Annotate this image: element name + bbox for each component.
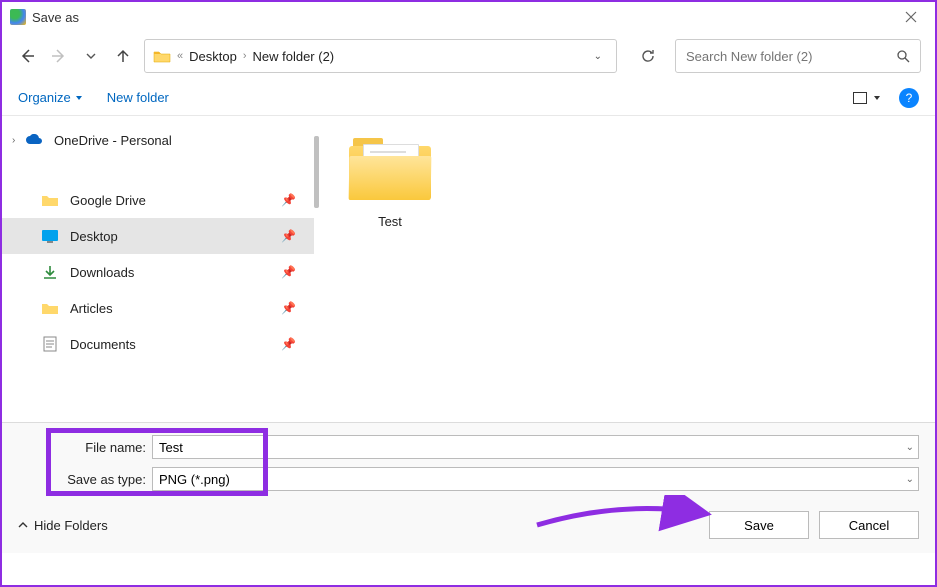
sidebar-item-label: Desktop [70, 229, 118, 244]
app-icon [10, 9, 26, 25]
sidebar-item-label: Documents [70, 337, 136, 352]
filename-input[interactable] [159, 440, 912, 455]
sidebar-item-documents[interactable]: Documents 📌 [2, 326, 314, 362]
sidebar-item-label: OneDrive - Personal [54, 133, 172, 148]
window-title: Save as [32, 10, 79, 25]
sidebar-item-google-drive[interactable]: Google Drive 📌 [2, 182, 314, 218]
folder-icon [153, 49, 171, 63]
filename-field[interactable]: ⌄ [152, 435, 919, 459]
new-folder-button[interactable]: New folder [107, 90, 169, 105]
chevron-down-icon[interactable]: ⌄ [906, 474, 914, 485]
back-button[interactable] [16, 45, 38, 67]
breadcrumb-item[interactable]: New folder (2) [253, 49, 335, 64]
breadcrumb-sep-icon: « [177, 50, 183, 62]
caret-down-icon [873, 94, 881, 102]
pin-icon: 📌 [281, 229, 296, 243]
toolbar: Organize New folder ? [2, 80, 935, 116]
caret-down-icon [75, 94, 83, 102]
chevron-right-icon: › [243, 50, 247, 62]
hide-folders-label: Hide Folders [34, 518, 108, 533]
search-icon [896, 49, 910, 63]
document-icon [40, 336, 60, 352]
dialog-footer: Hide Folders Save Cancel [2, 501, 935, 553]
search-input[interactable] [686, 49, 896, 64]
chevron-down-icon[interactable]: ⌄ [906, 442, 914, 453]
sidebar-resize-handle[interactable] [314, 116, 320, 422]
download-icon [40, 264, 60, 280]
save-button[interactable]: Save [709, 511, 809, 539]
refresh-button[interactable] [631, 39, 665, 73]
folder-icon [349, 136, 431, 200]
annotation-arrow [532, 495, 712, 535]
sidebar-item-articles[interactable]: Articles 📌 [2, 290, 314, 326]
desktop-icon [40, 228, 60, 244]
pin-icon: 📌 [281, 337, 296, 351]
chevron-down-icon[interactable]: ⌄ [588, 51, 608, 62]
folder-icon [40, 300, 60, 316]
chevron-right-icon[interactable]: › [12, 135, 24, 146]
breadcrumb-item[interactable]: Desktop [189, 49, 237, 64]
scrollbar-thumb[interactable] [314, 136, 319, 208]
filename-label: File name: [62, 440, 152, 455]
sidebar-item-label: Articles [70, 301, 113, 316]
recent-locations-button[interactable] [80, 45, 102, 67]
sidebar-item-downloads[interactable]: Downloads 📌 [2, 254, 314, 290]
sidebar-item-label: Downloads [70, 265, 134, 280]
close-button[interactable] [891, 3, 931, 31]
organize-label: Organize [18, 90, 71, 105]
view-icon [853, 92, 867, 104]
search-box[interactable] [675, 39, 921, 73]
filetype-label: Save as type: [62, 472, 152, 487]
up-button[interactable] [112, 45, 134, 67]
folder-label: Test [378, 214, 402, 229]
forward-button[interactable] [48, 45, 70, 67]
sidebar-item-onedrive[interactable]: › OneDrive - Personal [2, 122, 314, 158]
cancel-button[interactable]: Cancel [819, 511, 919, 539]
organize-menu[interactable]: Organize [18, 90, 83, 105]
cloud-icon [24, 132, 44, 148]
pin-icon: 📌 [281, 193, 296, 207]
file-list[interactable]: Test [320, 116, 935, 422]
chevron-up-icon [18, 520, 28, 530]
folder-tile[interactable]: Test [340, 136, 440, 229]
nav-row: « Desktop › New folder (2) ⌄ [2, 32, 935, 80]
sidebar-item-desktop[interactable]: Desktop 📌 [2, 218, 314, 254]
filetype-field[interactable]: PNG (*.png) ⌄ [152, 467, 919, 491]
hide-folders-button[interactable]: Hide Folders [18, 518, 108, 533]
filetype-value: PNG (*.png) [159, 472, 230, 487]
folder-icon [40, 192, 60, 208]
pin-icon: 📌 [281, 301, 296, 315]
sidebar-item-label: Google Drive [70, 193, 146, 208]
help-button[interactable]: ? [899, 88, 919, 108]
save-panel: File name: ⌄ Save as type: PNG (*.png) ⌄… [2, 422, 935, 553]
view-options-button[interactable] [853, 92, 881, 104]
breadcrumb[interactable]: « Desktop › New folder (2) ⌄ [144, 39, 617, 73]
main-area: › OneDrive - Personal Google Drive 📌 Des… [2, 116, 935, 422]
title-bar: Save as [2, 2, 935, 32]
pin-icon: 📌 [281, 265, 296, 279]
sidebar: › OneDrive - Personal Google Drive 📌 Des… [2, 116, 314, 422]
